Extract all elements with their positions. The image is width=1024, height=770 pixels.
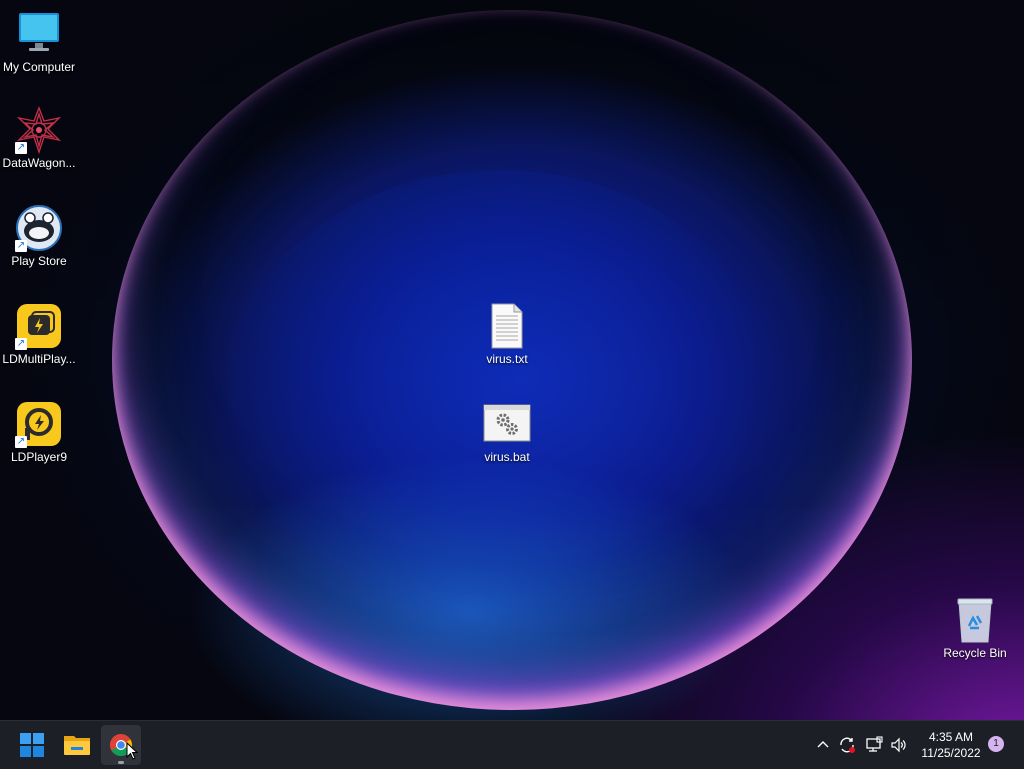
ldplayer-icon: ↗ [15, 400, 63, 448]
ldmultiplayer-icon: ↗ [15, 302, 63, 350]
shortcut-arrow-icon: ↗ [15, 436, 27, 448]
taskbar: 4:35 AM 11/25/2022 [0, 720, 1024, 769]
shortcut-arrow-icon: ↗ [15, 142, 27, 154]
desktop-icon-recycle-bin[interactable]: Recycle Bin [937, 596, 1013, 661]
monitor-icon [15, 10, 63, 58]
volume-tray-button[interactable] [889, 735, 909, 755]
desktop-icon-ldmultiplayer[interactable]: ↗ LDMultiPlay... [1, 302, 77, 367]
windows-start-icon [20, 733, 44, 757]
taskbar-clock[interactable]: 4:35 AM 11/25/2022 [915, 729, 987, 761]
text-file-icon [483, 302, 531, 350]
speaker-icon [891, 737, 906, 753]
desktop-icon-label: LDPlayer9 [10, 450, 68, 464]
desktop-icon-label: Recycle Bin [943, 646, 1007, 660]
notification-badge[interactable]: 1 [988, 736, 1004, 752]
desktop-file-virus-txt[interactable]: virus.txt [469, 302, 545, 367]
desktop-icon-ldplayer9[interactable]: ↗ LDPlayer9 [1, 400, 77, 465]
desktop-icon-play-store[interactable]: ↗ Play Store [1, 204, 77, 269]
clock-time: 4:35 AM [928, 730, 974, 744]
desktop-file-label: virus.bat [484, 450, 530, 464]
folder-icon [64, 736, 90, 755]
batch-file-icon [483, 400, 531, 448]
chevron-up-icon [817, 741, 829, 748]
play-store-icon: ↗ [15, 204, 63, 252]
network-icon [866, 736, 883, 752]
clock-date: 11/25/2022 [921, 746, 981, 760]
desktop-icon-datawagon[interactable]: ↗ DataWagon... [1, 106, 77, 171]
sync-tray-button[interactable] [837, 735, 857, 755]
shortcut-arrow-icon: ↗ [15, 338, 27, 350]
datawagon-icon: ↗ [15, 106, 63, 155]
sync-icon [840, 737, 855, 753]
desktop[interactable]: My Computer ↗ DataWagon... ↗ Play Store … [0, 0, 1024, 768]
desktop-icon-label: LDMultiPlay... [2, 352, 76, 366]
desktop-icon-label: DataWagon... [2, 156, 76, 170]
shortcut-arrow-icon: ↗ [15, 240, 27, 252]
file-explorer-button[interactable] [57, 725, 97, 765]
desktop-icon-my-computer[interactable]: My Computer [1, 10, 77, 75]
desktop-icon-label: Play Store [11, 254, 67, 268]
network-tray-button[interactable] [864, 735, 884, 755]
recycle-bin-icon [951, 596, 999, 644]
desktop-file-label: virus.txt [486, 352, 528, 366]
start-button[interactable] [12, 725, 52, 765]
desktop-file-virus-bat[interactable]: virus.bat [469, 400, 545, 465]
desktop-icon-label: My Computer [2, 60, 76, 74]
show-hidden-icons-button[interactable] [813, 735, 833, 755]
active-app-indicator [118, 761, 124, 764]
